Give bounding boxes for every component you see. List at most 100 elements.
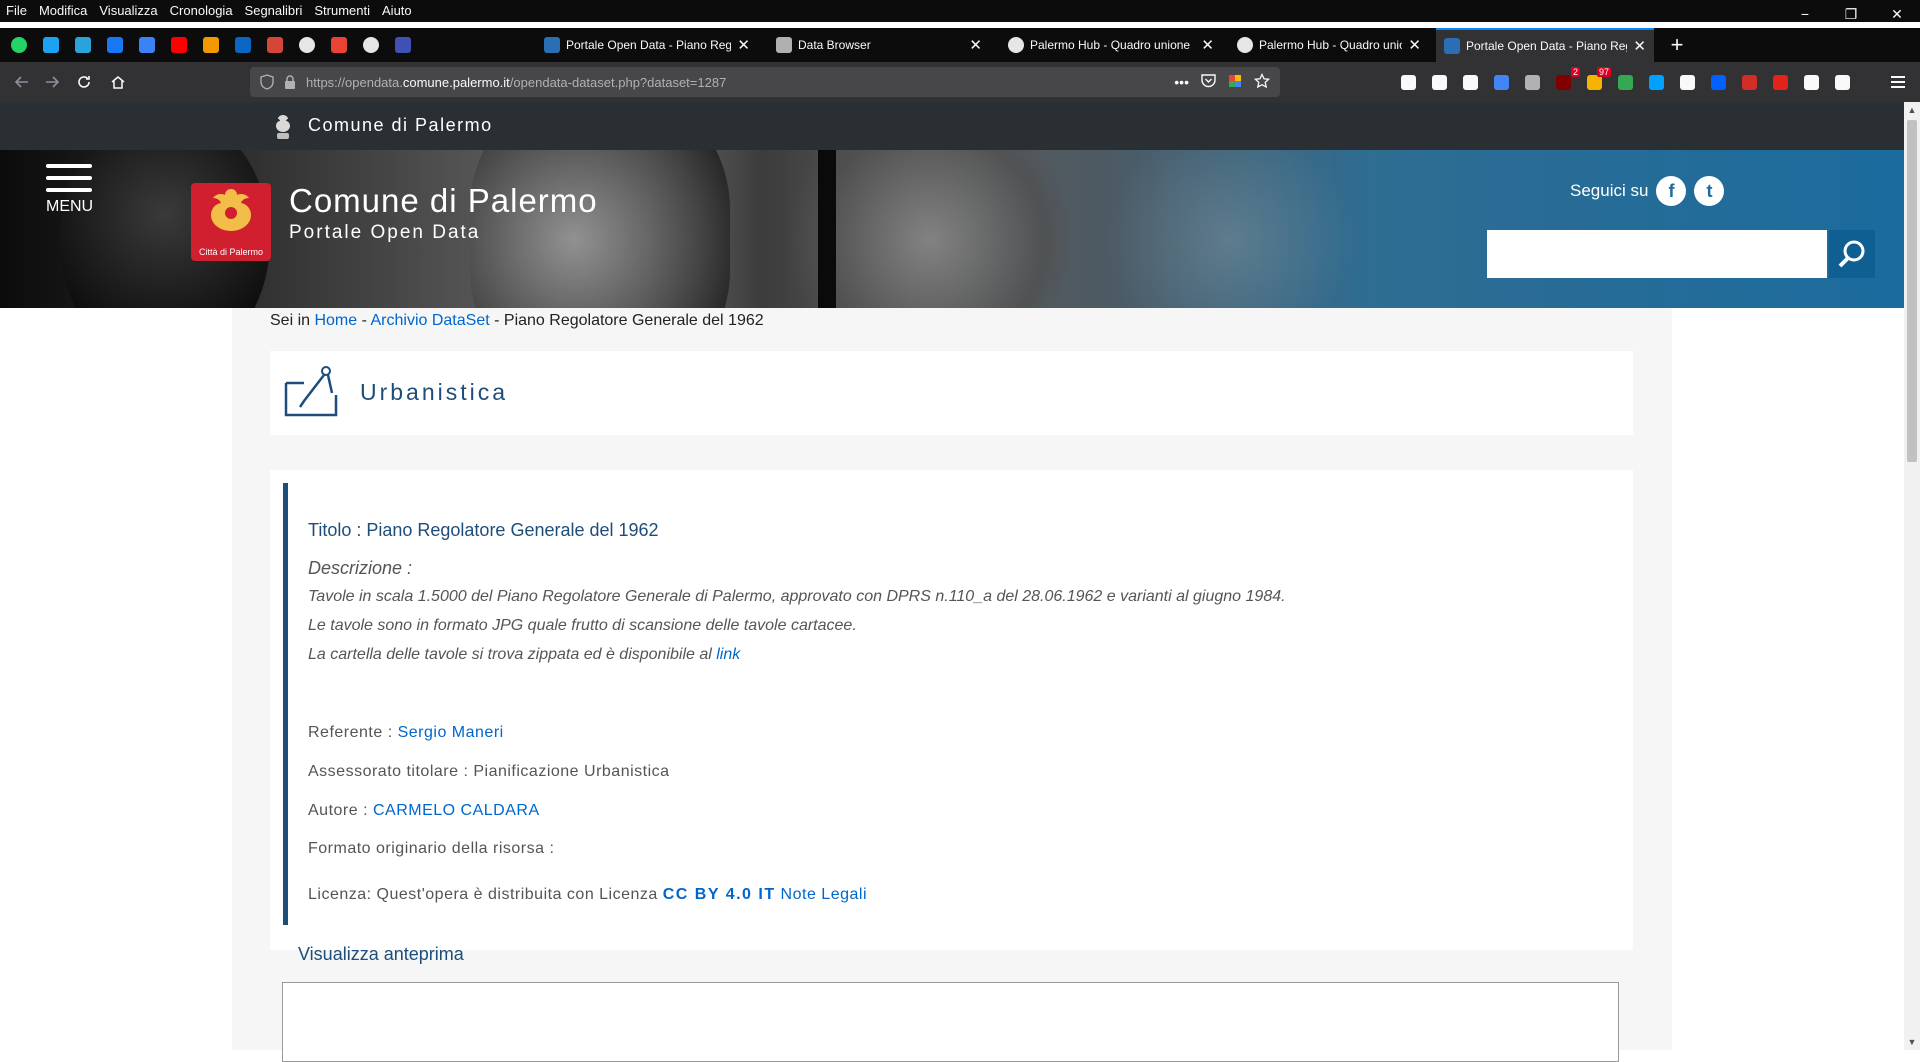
description-line-1: Tavole in scala 1.5000 del Piano Regolat… [308,588,1286,605]
pinned-tab[interactable] [326,32,352,58]
breadcrumb-archive[interactable]: Archivio DataSet [371,312,490,329]
mail-icon[interactable]: 97 [1584,67,1611,92]
pinned-tab[interactable] [358,32,384,58]
download-link[interactable]: link [716,646,740,663]
referente-link[interactable]: Sergio Maneri [398,724,504,741]
breadcrumb: Sei in Home - Archivio DataSet - Piano R… [270,312,764,329]
menu-item-file[interactable]: File [0,0,33,22]
pinned-tab[interactable] [134,32,160,58]
new-tab-button[interactable]: + [1662,28,1692,62]
forward-button[interactable] [38,68,66,96]
menu-item-aiuto[interactable]: Aiuto [376,0,418,22]
open-data-icon [544,37,560,53]
note-legali-link[interactable]: Note Legali [781,886,867,903]
strip-title[interactable]: Comune di Palermo [308,115,493,136]
tab-label: Palermo Hub - Quadro unione [1030,38,1191,52]
close-window-button[interactable]: ✕ [1874,0,1920,28]
close-tab-icon[interactable]: ✕ [737,36,750,54]
menu-item-strumenti[interactable]: Strumenti [308,0,376,22]
sidebar-icon[interactable] [1460,72,1480,92]
lock-icon[interactable] [284,75,296,89]
breadcrumb-current: Piano Regolatore Generale del 1962 [503,312,764,329]
browser-tab[interactable]: Palermo Hub - Quadro unione ✕ [1000,28,1222,62]
reader-icon[interactable] [1398,72,1418,92]
open-menu-button[interactable] [1884,68,1912,96]
assessorato-row: Assessorato titolare : Pianificazione Ur… [308,763,670,780]
menu-item-modifica[interactable]: Modifica [33,0,93,22]
github-icon [1008,37,1024,53]
pinned-tab[interactable] [166,32,192,58]
github-icon [299,37,315,53]
menu-item-visualizza[interactable]: Visualizza [93,0,163,22]
extension-icon[interactable] [1615,72,1635,92]
browser-tab[interactable]: Palermo Hub - Quadro unione ✕ [1229,28,1429,62]
back-button[interactable] [8,68,36,96]
address-bar[interactable]: https://opendata.comune.palermo.it/opend… [250,67,1280,97]
browser-tab[interactable]: Portale Open Data - Piano Rego ✕ [536,28,758,62]
browser-tab[interactable]: Portale Open Data - Piano Rego ✕ [1436,28,1654,62]
preview-frame[interactable] [282,982,1619,1062]
pinned-tab[interactable] [38,32,64,58]
pinned-tab[interactable] [294,32,320,58]
pdf-icon[interactable] [1770,72,1790,92]
site-title[interactable]: Comune di Palermo [289,182,598,220]
pocket-icon[interactable] [1201,73,1216,91]
home-button[interactable] [104,68,132,96]
pinned-tab[interactable] [262,32,288,58]
autore-link[interactable]: CARMELO CALDARA [373,802,540,819]
menu-item-cronologia[interactable]: Cronologia [164,0,239,22]
chart-icon [395,37,411,53]
reload-button[interactable] [70,68,98,96]
category-title[interactable]: Urbanistica [360,379,508,406]
pinned-tab[interactable] [70,32,96,58]
ublock-icon[interactable]: 2 [1553,67,1580,92]
whatsapp-icon [11,37,27,53]
dropbox-icon[interactable] [1708,72,1728,92]
pinned-tab[interactable] [6,32,32,58]
close-tab-icon[interactable]: ✕ [1633,37,1646,55]
twitter-icon[interactable]: t [1694,176,1725,206]
facebook-icon[interactable]: f [1656,176,1687,206]
palermo-emblem-icon [276,115,290,139]
minimize-button[interactable]: − [1782,0,1828,28]
tracking-shield-icon[interactable] [260,74,274,90]
license-link[interactable]: CC BY 4.0 IT [663,886,776,903]
close-tab-icon[interactable]: ✕ [1201,36,1214,54]
page-scrollbar[interactable]: ▲ ▼ [1904,102,1920,1050]
screenshot-icon[interactable] [1832,72,1852,92]
scroll-down-arrow-icon[interactable]: ▼ [1904,1034,1920,1050]
feather-icon[interactable] [1801,72,1821,92]
pinned-tab[interactable] [102,32,128,58]
close-tab-icon[interactable]: ✕ [969,36,982,54]
description-line-3: La cartella delle tavole si trova zippat… [308,646,741,663]
site-search-input[interactable] [1487,230,1827,278]
chat-icon[interactable] [1677,72,1697,92]
close-tab-icon[interactable]: ✕ [1408,36,1421,54]
tab-label: Portale Open Data - Piano Rego [566,38,732,52]
city-logo[interactable]: Città di Palermo [191,183,271,261]
library-icon[interactable] [1429,72,1449,92]
description-label: Descrizione : [308,558,413,578]
restore-button[interactable]: ❐ [1828,0,1874,28]
pinned-tab[interactable] [198,32,224,58]
bookmark-star-icon[interactable] [1253,72,1271,92]
pinned-tab[interactable] [390,32,416,58]
menu-item-segnalibri[interactable]: Segnalibri [239,0,309,22]
refresh-ext-icon[interactable] [1646,72,1666,92]
browser-tab[interactable]: Data Browser ✕ [768,28,990,62]
scrollbar-thumb[interactable] [1907,120,1917,462]
tab-bar: Portale Open Data - Piano Rego ✕ Data Brow… [0,28,1920,62]
lastpass-icon[interactable] [1739,72,1759,92]
pinned-tab[interactable] [230,32,256,58]
site-search-button[interactable] [1829,230,1875,278]
url-text[interactable]: https://opendata.comune.palermo.it/opend… [306,75,726,90]
crop-icon[interactable] [1522,72,1542,92]
google-icon[interactable] [1491,72,1511,92]
scroll-up-arrow-icon[interactable]: ▲ [1904,102,1920,118]
page-actions-icon[interactable]: ••• [1174,74,1189,90]
extension-toolbar: 2 97 [1398,67,1863,96]
extension-color-icon[interactable] [1228,74,1242,91]
breadcrumb-home[interactable]: Home [314,312,357,329]
twitter-icon [43,37,59,53]
menu-button[interactable]: MENU [46,164,96,224]
